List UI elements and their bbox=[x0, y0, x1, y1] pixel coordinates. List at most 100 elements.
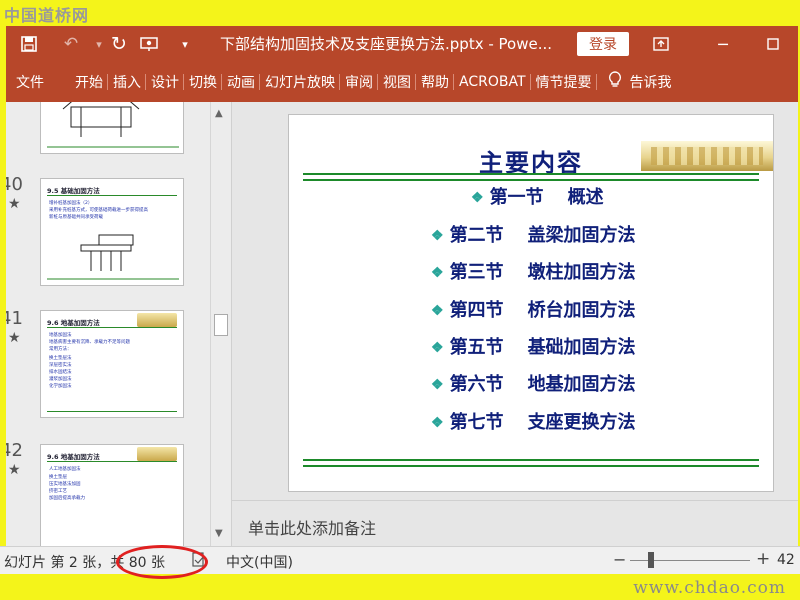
tab-insert[interactable]: 插入 bbox=[108, 62, 146, 102]
section-topic: 概述 bbox=[567, 187, 604, 208]
section-label: 第一节 bbox=[489, 187, 544, 208]
scroll-down-icon[interactable]: ▼ bbox=[215, 528, 223, 539]
tab-storyboarding[interactable]: 情节提要 bbox=[531, 62, 597, 102]
thumbnail-bullet: 压实地基法加固 bbox=[49, 482, 81, 487]
footer-rule bbox=[303, 465, 759, 467]
section-topic: 地基加固方法 bbox=[527, 374, 636, 395]
diamond-bullet-icon: ❖ bbox=[471, 190, 484, 206]
scrollbar-thumb[interactable] bbox=[214, 314, 228, 336]
section-label: 第五节 bbox=[449, 337, 504, 358]
thumbnail-title: 9.6 地基加固方法 bbox=[47, 453, 100, 461]
thumbnail-bullet: 换土垫层法 bbox=[49, 356, 72, 361]
zoom-percentage[interactable]: 42 bbox=[777, 552, 795, 568]
maximize-icon[interactable] bbox=[758, 30, 788, 58]
content-item[interactable]: ❖ 第二节 盖梁加固方法 bbox=[289, 221, 773, 247]
thumbnail-header-image bbox=[137, 313, 177, 327]
thumbnail-rule bbox=[47, 411, 177, 412]
section-topic: 支座更换方法 bbox=[527, 412, 636, 433]
animation-star-icon: ★ bbox=[8, 462, 21, 478]
slide-number: 40 bbox=[6, 174, 23, 195]
zoom-in-button[interactable]: + bbox=[756, 549, 770, 569]
animation-star-icon: ★ bbox=[8, 196, 21, 212]
thumbnail-bullet: 地基加固法 bbox=[49, 333, 72, 338]
tab-slideshow[interactable]: 幻灯片放映 bbox=[260, 62, 340, 102]
diamond-bullet-icon: ❖ bbox=[431, 228, 444, 244]
section-label: 第二节 bbox=[449, 225, 504, 246]
undo-icon[interactable]: ↶ bbox=[56, 29, 86, 59]
tab-file[interactable]: 文件 bbox=[6, 62, 56, 102]
tab-home[interactable]: 开始 bbox=[70, 62, 108, 102]
content-item[interactable]: ❖ 第三节 墩柱加固方法 bbox=[289, 258, 773, 284]
thumbnail-bullet: 挤密工艺 bbox=[49, 489, 67, 494]
content-item[interactable]: ❖ 第四节 桥台加固方法 bbox=[289, 296, 773, 322]
annotation-circle bbox=[116, 545, 208, 579]
ribbon-tabs: 文件 开始 插入 设计 切换 动画 幻灯片放映 审阅 视图 帮助 ACROBAT… bbox=[6, 62, 798, 102]
diamond-bullet-icon: ❖ bbox=[431, 340, 444, 356]
title-bar: ↶ ▾ ↻ ▾ 下部结构加固技术及支座更换方法.pptx - Powe... 登… bbox=[6, 26, 798, 62]
section-label: 第七节 bbox=[449, 412, 504, 433]
tell-me-search[interactable]: 告诉我 bbox=[603, 62, 677, 102]
thumbnail-bullet: 深层密实法 bbox=[49, 363, 72, 368]
thumbnail-rule bbox=[47, 461, 177, 462]
section-label: 第四节 bbox=[449, 300, 504, 321]
ribbon-display-icon[interactable] bbox=[646, 30, 676, 58]
slide-number: 42 bbox=[6, 440, 23, 461]
tell-me-label: 告诉我 bbox=[629, 75, 672, 91]
thumbnail-bullet: 换土垫层 bbox=[49, 475, 67, 480]
section-topic: 基础加固方法 bbox=[527, 337, 636, 358]
slide-thumbnail[interactable]: 9.6 地基加固方法 地基加固法 地基病害主要有沉降、承载力不足等问题 常用方法… bbox=[40, 310, 184, 418]
thumbnail-bullet: 加固后提高承载力 bbox=[49, 496, 85, 501]
content-item[interactable]: ❖ 第五节 基础加固方法 bbox=[289, 333, 773, 359]
scroll-up-icon[interactable]: ▲ bbox=[215, 108, 223, 119]
screen-frame: 中国道桥网 ↶ ▾ ↻ ▾ 下部结构加固技术及支座更换方法.pptx - Pow… bbox=[0, 0, 800, 600]
slide-canvas[interactable]: 主要内容 ❖ 第一节 概述 ❖ 第二节 盖梁加固方法 ❖ 第三节 墩柱加固方法 ❖ 第四节 桥台… bbox=[288, 114, 774, 492]
language-indicator[interactable]: 中文(中国) bbox=[226, 552, 293, 572]
content-item[interactable]: ❖ 第七节 支座更换方法 bbox=[289, 408, 773, 434]
tab-design[interactable]: 设计 bbox=[146, 62, 184, 102]
diamond-bullet-icon: ❖ bbox=[431, 265, 444, 281]
slide-thumbnail-pane: 40 ★ 9.5 基础加固方法 增补桩基加固法（2） 采用补充桩基方式，可使基础… bbox=[6, 102, 232, 546]
tab-acrobat[interactable]: ACROBAT bbox=[454, 62, 531, 102]
tab-animations[interactable]: 动画 bbox=[222, 62, 260, 102]
title-rule bbox=[303, 173, 759, 175]
tab-view[interactable]: 视图 bbox=[378, 62, 416, 102]
zoom-out-button[interactable]: − bbox=[613, 550, 626, 569]
zoom-slider-handle[interactable] bbox=[648, 552, 654, 568]
notes-placeholder[interactable]: 单击此处添加备注 bbox=[248, 515, 376, 539]
slide-thumbnail[interactable]: 9.6 地基加固方法 人工地基加固法 换土垫层 压实地基法加固 挤密工艺 加固后… bbox=[40, 444, 184, 546]
tab-transitions[interactable]: 切换 bbox=[184, 62, 222, 102]
tab-review[interactable]: 审阅 bbox=[340, 62, 378, 102]
slide-number: 41 bbox=[6, 308, 23, 329]
thumbnail-bullet: 人工地基加固法 bbox=[49, 467, 81, 472]
diamond-bullet-icon: ❖ bbox=[431, 303, 444, 319]
section-topic: 桥台加固方法 bbox=[527, 300, 636, 321]
section-topic: 盖梁加固方法 bbox=[527, 225, 636, 246]
diamond-bullet-icon: ❖ bbox=[431, 415, 444, 431]
minimize-icon[interactable]: ─ bbox=[708, 30, 738, 58]
thumbnail-header-image bbox=[137, 447, 177, 461]
repeat-icon[interactable]: ↻ bbox=[104, 29, 134, 59]
document-title: 下部结构加固技术及支座更换方法.pptx - Powe... bbox=[220, 35, 553, 53]
title-rule bbox=[303, 179, 759, 181]
thumbnail-title: 9.6 地基加固方法 bbox=[47, 319, 100, 327]
save-icon[interactable] bbox=[14, 29, 44, 59]
section-label: 第六节 bbox=[449, 374, 504, 395]
lightbulb-icon bbox=[608, 71, 622, 93]
thumbnail-scrollbar[interactable]: ▲ ▼ bbox=[210, 102, 230, 546]
thumbnail-rule bbox=[47, 327, 177, 328]
notes-pane[interactable]: 单击此处添加备注 bbox=[232, 500, 798, 546]
watermark-bottom: www.chdao.com bbox=[633, 578, 786, 598]
slide-thumbnail[interactable] bbox=[40, 102, 184, 154]
customize-toolbar-icon[interactable]: ▾ bbox=[170, 29, 200, 59]
login-button[interactable]: 登录 bbox=[577, 32, 629, 56]
section-topic: 墩柱加固方法 bbox=[527, 262, 636, 283]
thumbnail-bullet: 排水固结法 bbox=[49, 370, 72, 375]
content-item[interactable]: ❖ 第一节 概述 bbox=[289, 183, 773, 209]
thumbnail-bullet: 地基病害主要有沉降、承载力不足等问题 bbox=[49, 340, 130, 345]
tab-help[interactable]: 帮助 bbox=[416, 62, 454, 102]
present-from-start-icon[interactable] bbox=[134, 29, 164, 59]
thumbnail-bullet: 灌浆加固法 bbox=[49, 377, 72, 382]
section-label: 第三节 bbox=[449, 262, 504, 283]
content-item[interactable]: ❖ 第六节 地基加固方法 bbox=[289, 370, 773, 396]
slide-thumbnail[interactable]: 9.5 基础加固方法 增补桩基加固法（2） 采用补充桩基方式，可使基础荷载进一步… bbox=[40, 178, 184, 286]
